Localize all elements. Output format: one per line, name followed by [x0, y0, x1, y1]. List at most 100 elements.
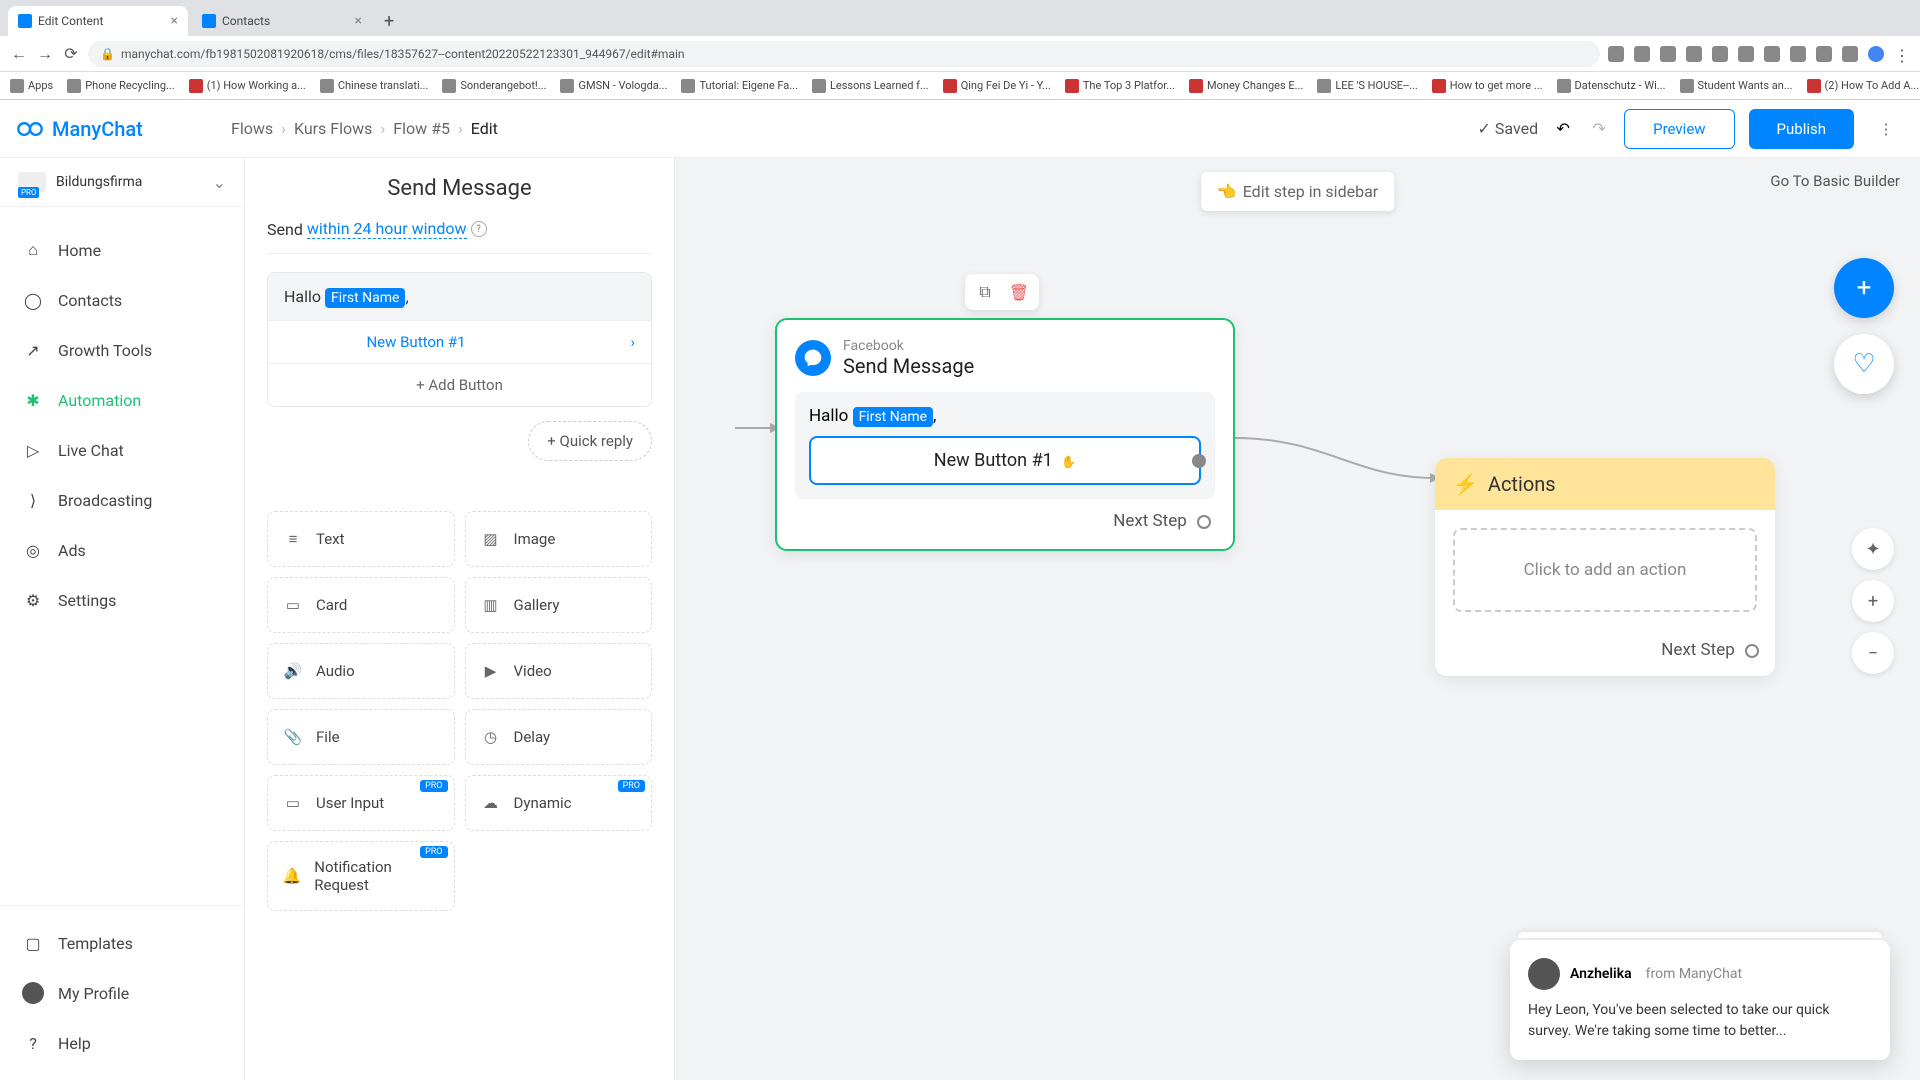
chat-header: Anzhelika from ManyChat [1528, 958, 1872, 990]
bookmark-item[interactable]: GMSN - Vologda... [560, 79, 667, 93]
ext-icon[interactable] [1634, 46, 1650, 62]
block-gallery[interactable]: ▥Gallery [465, 577, 653, 633]
duplicate-icon[interactable]: ⧉ [975, 282, 995, 302]
undo-button[interactable]: ↶ [1552, 118, 1574, 140]
url-input[interactable]: 🔒 manychat.com/fb198150208192061​8/cms/f… [88, 41, 1600, 67]
bookmark-item[interactable]: Money Changes E... [1189, 79, 1303, 93]
crumb[interactable]: Kurs Flows [294, 119, 372, 138]
bookmark-item[interactable]: (1) How Working a... [189, 79, 306, 93]
ext-icon[interactable] [1660, 46, 1676, 62]
new-tab-button[interactable]: + [376, 7, 402, 36]
workspace-switcher[interactable]: Bildungsfirma ⌄ [0, 158, 244, 207]
zoom-out-button[interactable]: − [1852, 632, 1894, 674]
menu-icon[interactable]: ⋮ [1894, 46, 1910, 62]
connector-open[interactable] [1197, 515, 1211, 529]
block-image[interactable]: ▨Image [465, 511, 653, 567]
browser-tab[interactable]: Contacts × [192, 6, 372, 36]
bookmark-item[interactable]: (2) How To Add A... [1807, 79, 1920, 93]
message-button-row[interactable]: New Button #1 › [268, 320, 651, 363]
nav-profile[interactable]: My Profile [0, 968, 244, 1018]
ext-icon[interactable] [1790, 46, 1806, 62]
add-node-button[interactable]: + [1834, 258, 1894, 318]
ext-icon[interactable] [1816, 46, 1832, 62]
ext-icon[interactable] [1842, 46, 1858, 62]
auto-layout-button[interactable]: ✦ [1852, 528, 1894, 570]
nav-settings[interactable]: ⚙Settings [0, 575, 244, 625]
block-video[interactable]: ▶Video [465, 643, 653, 699]
bookmark-item[interactable]: Chinese translati... [320, 79, 429, 93]
bookmark-item[interactable]: Student Wants an... [1680, 79, 1793, 93]
node-next-step[interactable]: Next Step [795, 499, 1215, 531]
block-audio[interactable]: 🔊Audio [267, 643, 455, 699]
actions-next-step[interactable]: Next Step [1435, 630, 1775, 676]
block-file[interactable]: 📎File [267, 709, 455, 765]
basic-builder-link[interactable]: Go To Basic Builder [1770, 172, 1900, 190]
connector-open[interactable] [1745, 644, 1759, 658]
info-icon[interactable]: ? [471, 221, 487, 237]
bookmark-item[interactable]: Qing Fei De Yi - Y... [943, 79, 1051, 93]
close-icon[interactable]: × [171, 13, 178, 29]
node-body[interactable]: Hallo First Name, New Button #1 ✋ [795, 392, 1215, 499]
nav-growth[interactable]: ↗Growth Tools [0, 325, 244, 375]
ext-icon[interactable] [1686, 46, 1702, 62]
bookmark-item[interactable]: LEE 'S HOUSE--... [1317, 79, 1417, 93]
quick-reply-button[interactable]: + Quick reply [528, 421, 652, 461]
preview-button[interactable]: Preview [1624, 109, 1734, 149]
publish-button[interactable]: Publish [1749, 109, 1854, 149]
reload-icon[interactable]: ⟳ [62, 45, 80, 63]
message-text[interactable]: Hallo First Name, [268, 273, 651, 320]
edit-step-chip[interactable]: 👈 Edit step in sidebar [1201, 172, 1394, 211]
flow-canvas[interactable]: 👈 Edit step in sidebar Go To Basic Build… [675, 158, 1920, 1080]
add-button-row[interactable]: + Add Button [268, 363, 651, 406]
zoom-in-button[interactable]: + [1852, 580, 1894, 622]
node-button[interactable]: New Button #1 ✋ [809, 436, 1201, 485]
block-card[interactable]: ▭Card [267, 577, 455, 633]
block-dynamic[interactable]: ☁DynamicPRO [465, 775, 653, 831]
block-notification[interactable]: 🔔Notification RequestPRO [267, 841, 455, 911]
nav-broadcasting[interactable]: ⟩Broadcasting [0, 475, 244, 525]
bookmark-item[interactable]: Lessons Learned f... [812, 79, 929, 93]
zoom-controls: ✦ + − [1852, 528, 1894, 674]
crumb[interactable]: Flow #5 [393, 119, 450, 138]
message-block[interactable]: Hallo First Name, New Button #1 › + Add … [267, 272, 652, 407]
block-delay[interactable]: ◷Delay [465, 709, 653, 765]
ext-icon[interactable] [1764, 46, 1780, 62]
nav-automation[interactable]: ✱Automation [0, 375, 244, 425]
add-action-placeholder[interactable]: Click to add an action [1453, 528, 1757, 612]
bookmark-item[interactable]: Phone Recycling... [67, 79, 174, 93]
send-message-node[interactable]: Facebook Send Message Hallo First Name, … [775, 318, 1235, 551]
nav-home[interactable]: ⌂Home [0, 225, 244, 275]
browser-tab-active[interactable]: Edit Content × [8, 6, 188, 36]
nav-templates[interactable]: ▢Templates [0, 918, 244, 968]
nav-bottom: ▢Templates My Profile ?Help [0, 905, 244, 1080]
favorite-button[interactable]: ♡ [1834, 334, 1894, 394]
nav-contacts[interactable]: ◯Contacts [0, 275, 244, 325]
back-icon[interactable]: ← [10, 45, 28, 63]
block-userinput[interactable]: ▭User InputPRO [267, 775, 455, 831]
bookmark-item[interactable]: Tutorial: Eigene Fa... [681, 79, 798, 93]
support-chat-popup[interactable]: Anzhelika from ManyChat Hey Leon, You've… [1510, 940, 1890, 1060]
bookmark-item[interactable]: The Top 3 Platfor... [1065, 79, 1175, 93]
ext-icon[interactable] [1738, 46, 1754, 62]
ext-icon[interactable] [1712, 46, 1728, 62]
bookmark-item[interactable]: How to get more ... [1432, 79, 1543, 93]
connector-dot[interactable] [1192, 454, 1206, 468]
nav-help[interactable]: ?Help [0, 1018, 244, 1068]
forward-icon[interactable]: → [36, 45, 54, 63]
close-icon[interactable]: × [355, 13, 362, 29]
nav-ads[interactable]: ◎Ads [0, 525, 244, 575]
send-window-link[interactable]: within 24 hour window [307, 219, 467, 239]
bell-icon: 🔔 [282, 865, 302, 887]
crumb[interactable]: Flows [231, 119, 273, 138]
more-menu-button[interactable]: ⋮ [1868, 109, 1904, 149]
bookmark-item[interactable]: Datenschutz - Wi... [1557, 79, 1666, 93]
bookmark-item[interactable]: Sonderangebot!... [442, 79, 546, 93]
actions-node[interactable]: ⚡ Actions Click to add an action Next St… [1435, 458, 1775, 676]
block-text[interactable]: ≡Text [267, 511, 455, 567]
app-logo[interactable]: ManyChat [16, 115, 231, 143]
trash-icon[interactable]: 🗑 [1009, 282, 1029, 302]
profile-avatar-icon[interactable] [1868, 46, 1884, 62]
ext-icon[interactable] [1608, 46, 1624, 62]
bookmark-item[interactable]: Apps [10, 79, 53, 93]
nav-livechat[interactable]: ▷Live Chat [0, 425, 244, 475]
